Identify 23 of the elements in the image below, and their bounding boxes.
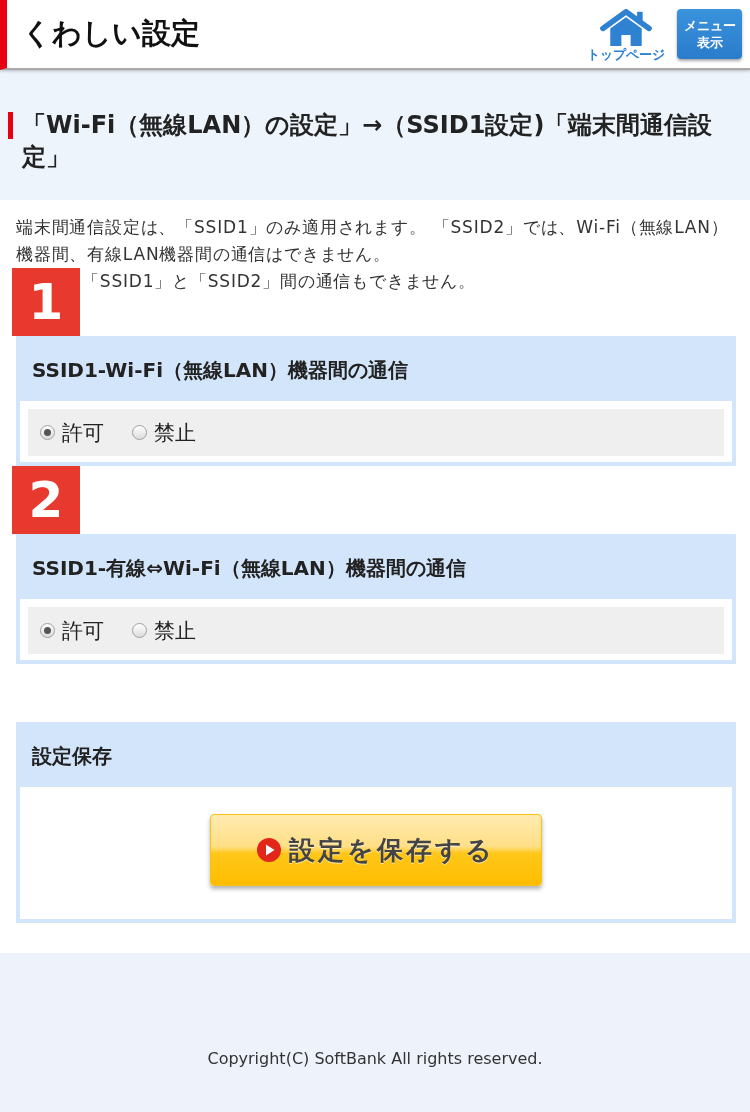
description-text: 端末間通信設定は、「SSID1」のみ適用されます。 「SSID2」では、Wi-Fi（無線LAN）機器間、有線LAN機器間の通信はできません。	[16, 216, 730, 266]
play-icon	[257, 838, 281, 862]
panel-title: 設定保存	[32, 743, 112, 770]
house-icon	[599, 9, 653, 46]
radio-label[interactable]: 許可	[62, 616, 104, 645]
radio-button[interactable]	[40, 425, 55, 440]
step-number-badge: 1	[12, 268, 80, 336]
home-link[interactable]: トップページ	[587, 5, 665, 63]
radio-button[interactable]	[40, 623, 55, 638]
menu-button[interactable]: メニュー表示	[677, 9, 742, 59]
copyright-text: Copyright(C) SoftBank All rights reserved.	[206, 1049, 544, 1068]
radio-label[interactable]: 許可	[62, 418, 104, 447]
note-text: 「SSID1」と「SSID2」間の通信もできません。	[82, 270, 476, 293]
radio-label[interactable]: 禁止	[154, 616, 196, 645]
radio-button[interactable]	[132, 623, 147, 638]
step-number-badge: 2	[12, 466, 80, 534]
panel-title: SSID1-Wi-Fi（無線LAN）機器間の通信	[32, 357, 408, 384]
panel-title: SSID1-有線⇔Wi-Fi（無線LAN）機器間の通信	[32, 555, 466, 582]
save-button[interactable]: 設定を保存する	[210, 814, 542, 886]
radio-button[interactable]	[132, 425, 147, 440]
radio-label[interactable]: 禁止	[154, 418, 196, 447]
section-heading: 「Wi-Fi（無線LAN）の設定」→（SSID1設定)「端末間通信設定」	[8, 109, 740, 173]
page-title: くわしい設定	[22, 15, 200, 52]
